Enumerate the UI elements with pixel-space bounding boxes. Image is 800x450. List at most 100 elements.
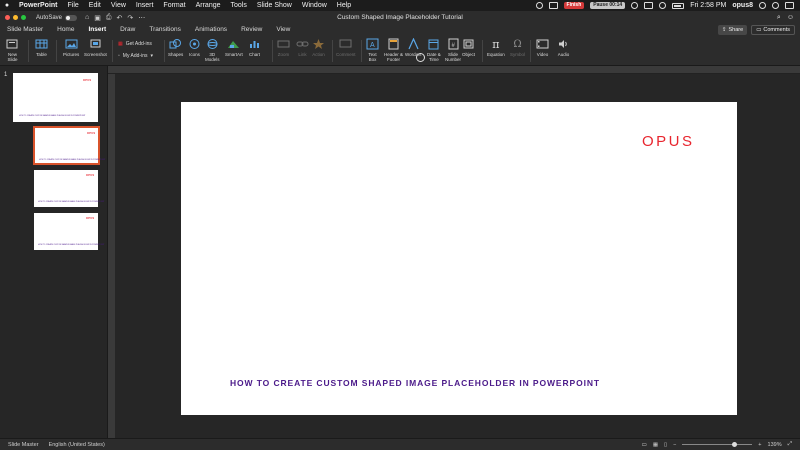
slide-number-button[interactable]: # Slide Number [445,38,461,62]
display-icon[interactable] [644,2,654,9]
window-controls [0,15,26,20]
user-name[interactable]: opus8 [732,2,753,9]
tab-draw[interactable]: Draw [113,24,142,36]
thumb-title: HOW TO CREATE CUSTOM SHAPED IMAGE PLACEH… [39,159,106,161]
zoom-button[interactable]: Zoom [277,38,290,57]
creative-cloud-icon[interactable] [535,2,543,9]
3d-models-button[interactable]: 3D Models [205,38,220,62]
tab-animations[interactable]: Animations [188,24,234,36]
chart-button[interactable]: Chart [248,38,261,57]
search-icon[interactable]: ⌕ [777,14,781,22]
menu-slide-show[interactable]: Slide Show [252,2,297,9]
video-button[interactable]: Video [536,38,549,57]
tab-insert[interactable]: Insert [81,24,114,37]
icons-label: Icons [189,52,200,57]
slide-sorter-icon[interactable]: ▦ [653,442,658,448]
fullscreen-window-button[interactable] [21,15,26,20]
my-addins-button[interactable]: ▫ My Add-ins ▾ [118,53,153,59]
menu-arrange[interactable]: Arrange [191,2,226,9]
view-mode-label: Slide Master [8,441,39,448]
comment-button[interactable]: Comment [336,38,356,57]
date-time-button[interactable]: Date & Time [427,38,441,62]
vertical-ruler[interactable] [108,74,115,438]
redo-icon[interactable]: ↷ [127,14,133,22]
save-icon[interactable]: ▣ [94,14,101,22]
wifi-icon[interactable] [659,2,667,9]
spotlight-search-icon[interactable] [759,2,766,9]
object-button[interactable]: Object [462,38,475,57]
horizontal-ruler[interactable] [108,66,800,74]
normal-view-icon[interactable]: ▭ [642,442,647,448]
master-thumbnail[interactable]: OPUS HOW TO CREATE CUSTOM SHAPED IMAGE P… [13,73,98,122]
language-label[interactable]: English (United States) [49,442,105,448]
menu-tools[interactable]: Tools [226,2,252,9]
tab-slide-master[interactable]: Slide Master [0,24,50,36]
layout-thumbnail[interactable]: OPUS HOW TO CREATE CUSTOM SHAPED IMAGE P… [34,170,104,207]
header-footer-button[interactable]: Header & Footer [384,38,403,62]
more-icon[interactable]: ⋯ [138,14,145,22]
smartart-label: SmartArt [225,52,243,57]
tab-review[interactable]: Review [234,24,269,36]
link-button[interactable]: Link [296,38,309,57]
zoom-slider[interactable] [682,442,753,447]
audio-button[interactable]: Audio [557,38,570,57]
pictures-button[interactable]: Pictures [63,38,79,57]
account-icon[interactable]: ☺ [787,14,794,22]
shapes-button[interactable]: Shapes [168,38,183,57]
zoom-level[interactable]: 139% [768,442,782,448]
battery-icon[interactable] [672,2,685,9]
undo-icon[interactable]: ↶ [117,14,123,22]
zoom-out-icon[interactable]: − [673,442,676,448]
print-icon[interactable]: ⎙ [106,14,112,22]
zoom-in-icon[interactable]: + [758,442,761,448]
tab-home[interactable]: Home [50,24,81,36]
slide-canvas[interactable]: OPUS HOW TO CREATE CUSTOM SHAPED IMAGE P… [181,102,737,415]
home-icon[interactable]: ⌂ [85,14,89,22]
clock[interactable]: Fri 2:58 PM [690,2,726,9]
text-box-button[interactable]: A Text Box [366,38,379,62]
get-addins-button[interactable]: ▦ Get Add-ins [118,41,152,47]
3d-models-icon [206,38,219,50]
slide-title-text[interactable]: HOW TO CREATE CUSTOM SHAPED IMAGE PLACEH… [230,378,600,388]
equation-button[interactable]: π Equation [487,38,505,58]
siri-icon[interactable] [772,2,779,9]
pause-recording-badge[interactable]: Pause 00:14 [590,2,626,9]
comments-button[interactable]: ▭ Comments [751,25,795,35]
tab-view[interactable]: View [269,24,297,36]
menu-file[interactable]: File [63,2,84,9]
close-window-button[interactable] [5,15,10,20]
menu-format[interactable]: Format [158,2,190,9]
minimize-window-button[interactable] [13,15,18,20]
tab-transitions[interactable]: Transitions [142,24,188,36]
share-button[interactable]: ⇪ Share [717,25,748,35]
svg-text:A: A [370,42,375,49]
slide-thumbnail-pane[interactable]: 1 OPUS HOW TO CREATE CUSTOM SHAPED IMAGE… [0,66,108,438]
menu-insert[interactable]: Insert [131,2,159,9]
menu-window[interactable]: Window [297,2,332,9]
menu-help[interactable]: Help [332,2,356,9]
finish-recording-badge[interactable]: Finish [563,2,585,9]
notification-center-icon[interactable] [785,2,794,9]
fit-to-window-icon[interactable]: ⤢ [788,441,792,448]
layout-thumbnail[interactable]: OPUS HOW TO CREATE CUSTOM SHAPED IMAGE P… [34,213,104,250]
table-button[interactable]: Table [35,38,48,57]
menu-powerpoint[interactable]: PowerPoint [14,2,63,9]
cloud-icon[interactable] [631,2,639,9]
menu-view[interactable]: View [106,2,131,9]
opus-logo[interactable]: OPUS [642,133,695,150]
layout-thumbnail-selected[interactable]: OPUS HOW TO CREATE CUSTOM SHAPED IMAGE P… [33,126,105,165]
menu-edit[interactable]: Edit [84,2,106,9]
screenshot-button[interactable]: Screenshot [84,38,107,57]
icons-button[interactable]: Icons [188,38,201,57]
apple-icon[interactable]: ● [0,2,14,9]
new-slide-button[interactable]: New Slide [6,38,19,62]
action-button[interactable]: Action [312,38,325,57]
reading-view-icon[interactable]: ▯ [664,442,667,448]
symbol-button[interactable]: Ω Symbol [510,38,525,57]
zoom-slider-thumb[interactable] [732,442,738,447]
autosave-toggle[interactable] [65,14,78,21]
dropbox-icon[interactable] [548,2,558,9]
smartart-button[interactable]: SmartArt [225,38,243,57]
screenshot-label: Screenshot [84,52,107,57]
thumb-title: HOW TO CREATE CUSTOM SHAPED IMAGE PLACEH… [19,115,86,117]
